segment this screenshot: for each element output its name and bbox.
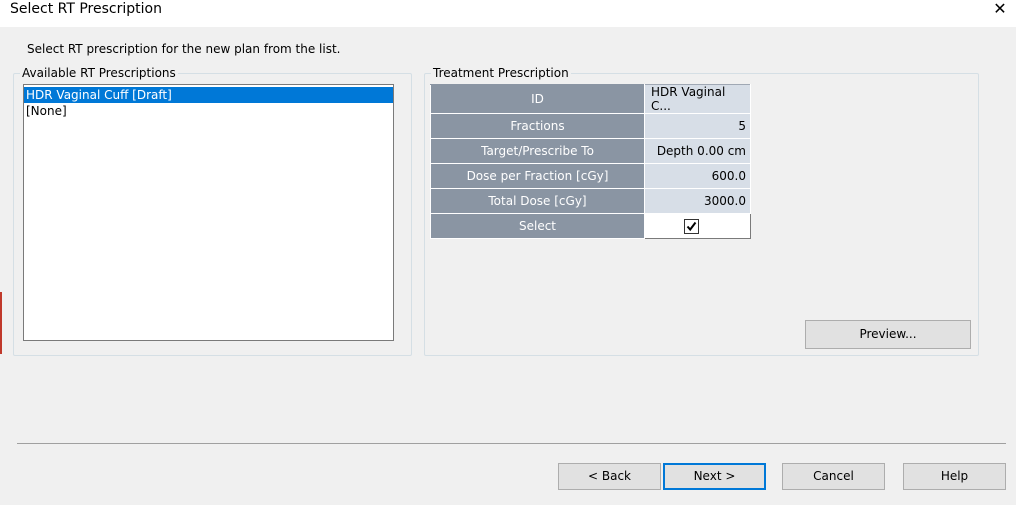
prescription-details-table: ID HDR Vaginal C... Fractions 5 Target/P… xyxy=(430,84,751,239)
title-bar: Select RT Prescription ✕ xyxy=(0,0,1016,27)
table-row: Total Dose [cGy] 3000.0 xyxy=(430,188,751,214)
instruction-text: Select RT prescription for the new plan … xyxy=(27,42,341,56)
dialog-title: Select RT Prescription xyxy=(10,1,162,17)
close-icon[interactable]: ✕ xyxy=(990,0,1010,18)
table-row: ID HDR Vaginal C... xyxy=(430,84,751,114)
field-select-value xyxy=(644,213,751,239)
field-dose-per-fraction-value: 600.0 xyxy=(644,163,751,189)
available-prescriptions-label: Available RT Prescriptions xyxy=(20,65,178,81)
footer-separator xyxy=(17,443,1006,444)
field-id-label: ID xyxy=(430,84,645,114)
preview-button[interactable]: Preview... xyxy=(805,320,971,349)
list-item[interactable]: HDR Vaginal Cuff [Draft] xyxy=(24,87,393,103)
field-total-dose-value: 3000.0 xyxy=(644,188,751,214)
field-fractions-value: 5 xyxy=(644,113,751,139)
help-button[interactable]: Help xyxy=(903,463,1006,490)
window-edge-artifact xyxy=(0,292,2,354)
field-total-dose-label: Total Dose [cGy] xyxy=(430,188,645,214)
table-row: Dose per Fraction [cGy] 600.0 xyxy=(430,163,751,189)
treatment-prescription-label: Treatment Prescription xyxy=(431,65,571,81)
list-item[interactable]: [None] xyxy=(24,103,393,119)
field-id-value: HDR Vaginal C... xyxy=(644,84,751,114)
select-rt-prescription-dialog: Select RT Prescription ✕ Select RT presc… xyxy=(0,0,1016,505)
table-row: Fractions 5 xyxy=(430,113,751,139)
field-dose-per-fraction-label: Dose per Fraction [cGy] xyxy=(430,163,645,189)
prescription-listbox[interactable]: HDR Vaginal Cuff [Draft] [None] xyxy=(23,84,394,341)
field-target-value: Depth 0.00 cm xyxy=(644,138,751,164)
field-select-label: Select xyxy=(430,213,645,239)
checkmark-icon xyxy=(686,221,697,231)
field-fractions-label: Fractions xyxy=(430,113,645,139)
cancel-button[interactable]: Cancel xyxy=(782,463,885,490)
field-target-label: Target/Prescribe To xyxy=(430,138,645,164)
table-row: Select xyxy=(430,213,751,239)
back-button[interactable]: < Back xyxy=(558,463,661,490)
next-button[interactable]: Next > xyxy=(663,463,766,490)
select-checkbox[interactable] xyxy=(684,218,699,234)
table-row: Target/Prescribe To Depth 0.00 cm xyxy=(430,138,751,164)
